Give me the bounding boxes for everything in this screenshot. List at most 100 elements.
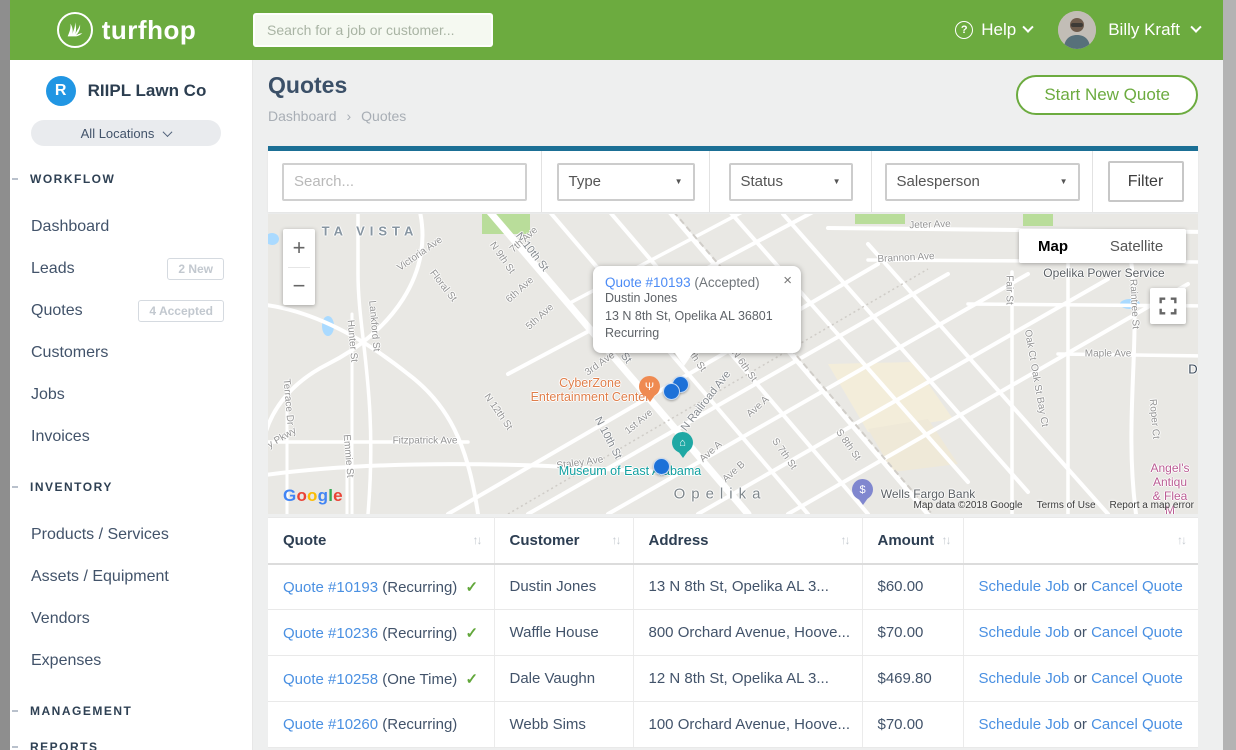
infowindow-status: (Accepted) (694, 275, 759, 290)
sidebar-section-header: WORKFLOW (0, 172, 252, 186)
map-type-control: Map Satellite (1019, 229, 1186, 263)
museum-poi-marker[interactable]: ⌂ (672, 432, 693, 453)
infowindow-close-icon[interactable]: × (783, 273, 792, 288)
bank-poi-marker[interactable]: $ (852, 479, 873, 500)
actions-cell: Schedule Job or Cancel Quote (963, 656, 1198, 702)
map-zoom-control: + − (283, 229, 315, 305)
satellite-view-button[interactable]: Satellite (1087, 229, 1186, 263)
sidebar-item-label: Customers (31, 344, 108, 362)
sidebar-item-leads[interactable]: Leads2 New (0, 248, 252, 290)
salesperson-select[interactable]: Salesperson ▼ (885, 163, 1080, 201)
status-select-value: Status (741, 173, 784, 190)
map-label: 6th Ave (504, 275, 536, 305)
column-header-quote[interactable]: Quote ↑↓ (268, 518, 494, 564)
customer-cell: Waffle House (494, 610, 633, 656)
google-logo-letter: o (296, 486, 307, 505)
sidebar: R RIIPL Lawn Co All Locations WORKFLOWDa… (0, 60, 253, 750)
customer-cell: Dustin Jones (494, 564, 633, 610)
schedule-job-link[interactable]: Schedule Job (979, 624, 1070, 641)
map-label: 3rd Ave (583, 350, 617, 378)
map-label: Brannon Ave (877, 251, 935, 265)
schedule-job-link[interactable]: Schedule Job (979, 716, 1070, 733)
quote-marker[interactable] (663, 383, 680, 400)
quote-link[interactable]: Quote #10258 (283, 671, 378, 688)
address-cell: 12 N 8th St, Opelika AL 3... (633, 656, 862, 702)
map-label: S 8th St (833, 427, 862, 462)
sort-icon: ↑↓ (612, 533, 620, 547)
brand-logo[interactable]: turfhop (0, 12, 253, 48)
quotes-search-input[interactable] (282, 163, 527, 201)
sidebar-item-badge: 2 New (167, 258, 224, 280)
terms-of-use-link[interactable]: Terms of Use (1037, 500, 1096, 511)
sidebar-item-expenses[interactable]: Expenses (0, 640, 252, 682)
report-map-error-link[interactable]: Report a map error (1110, 500, 1194, 511)
address-cell: 100 Orchard Avenue, Hoove... (633, 702, 862, 748)
breadcrumb-dashboard[interactable]: Dashboard (268, 108, 337, 124)
sidebar-item-products-services[interactable]: Products / Services (0, 514, 252, 556)
column-label: Customer (510, 532, 580, 549)
map-label: Opelika Power Service (1043, 266, 1164, 280)
quote-link[interactable]: Quote #10260 (283, 716, 378, 733)
fullscreen-button[interactable] (1150, 288, 1186, 324)
sidebar-section-label: REPORTS (30, 740, 99, 750)
restaurant-icon: Ψ (645, 381, 654, 393)
actions-cell: Schedule Job or Cancel Quote (963, 564, 1198, 610)
window-edge-right (1223, 0, 1236, 750)
map-label: Victoria Ave (395, 234, 444, 273)
cancel-quote-link[interactable]: Cancel Quote (1091, 716, 1183, 733)
help-icon: ? (955, 21, 973, 39)
column-header-actions[interactable]: ↑↓ (963, 518, 1198, 564)
breadcrumb-quotes[interactable]: Quotes (361, 108, 406, 124)
sidebar-item-jobs[interactable]: Jobs (0, 374, 252, 416)
schedule-job-link[interactable]: Schedule Job (979, 578, 1070, 595)
dropdown-arrow-icon: ▼ (1060, 177, 1068, 186)
cancel-quote-link[interactable]: Cancel Quote (1091, 578, 1183, 595)
restaurant-poi-marker[interactable]: Ψ (639, 376, 660, 397)
column-header-address[interactable]: Address↑↓ (633, 518, 862, 564)
map-label: Fitzpatrick Ave (393, 436, 458, 447)
user-menu[interactable]: Billy Kraft (1058, 11, 1200, 49)
column-label: Quote (283, 532, 326, 549)
zoom-out-button[interactable]: − (283, 268, 315, 306)
quote-marker[interactable] (653, 458, 670, 475)
sidebar-item-customers[interactable]: Customers (0, 332, 252, 374)
cancel-quote-link[interactable]: Cancel Quote (1091, 624, 1183, 641)
column-header-customer[interactable]: Customer ↑↓ (494, 518, 633, 564)
quotes-map[interactable]: TA VISTAJeter AveBrannon AveOpelika Powe… (268, 214, 1198, 514)
sidebar-item-vendors[interactable]: Vendors (0, 598, 252, 640)
filter-button[interactable]: Filter (1108, 161, 1184, 202)
status-select[interactable]: Status ▼ (729, 163, 853, 201)
map-label: Ave A (698, 439, 725, 465)
help-menu[interactable]: ? Help (955, 20, 1032, 40)
address-cell: 13 N 8th St, Opelika AL 3... (633, 564, 862, 610)
quote-link[interactable]: Quote #10193 (283, 579, 378, 596)
quote-link[interactable]: Quote #10236 (283, 625, 378, 642)
grass-logo-icon (57, 12, 93, 48)
location-selector[interactable]: All Locations (31, 120, 221, 146)
map-label: Museum of East Alabama (559, 464, 701, 478)
zoom-in-button[interactable]: + (283, 229, 315, 267)
column-header-amount[interactable]: Amount↑↓ (862, 518, 963, 564)
map-attribution: Map data ©2018 Google Terms of Use Repor… (913, 500, 1194, 511)
chevron-down-icon (1190, 22, 1201, 33)
type-select[interactable]: Type ▼ (557, 163, 695, 201)
sort-icon: ↑↓ (473, 533, 481, 547)
amount-cell: $60.00 (862, 564, 963, 610)
sidebar-item-dashboard[interactable]: Dashboard (0, 206, 252, 248)
amount-cell: $70.00 (862, 610, 963, 656)
sidebar-item-quotes[interactable]: Quotes4 Accepted (0, 290, 252, 332)
sidebar-item-invoices[interactable]: Invoices (0, 416, 252, 458)
global-search-input[interactable] (253, 13, 493, 47)
cancel-quote-link[interactable]: Cancel Quote (1091, 670, 1183, 687)
sidebar-item-label: Invoices (31, 428, 90, 446)
map-label: Oak Ct (1022, 329, 1038, 362)
infowindow-quote-link[interactable]: Quote #10193 (605, 275, 691, 290)
infowindow-address: 13 N 8th St, Opelika AL 36801 (605, 308, 789, 326)
sidebar-item-assets-equipment[interactable]: Assets / Equipment (0, 556, 252, 598)
map-label: 5th Ave (524, 302, 556, 332)
company-name: RIIPL Lawn Co (88, 81, 207, 101)
map-view-button[interactable]: Map (1019, 229, 1087, 263)
google-logo[interactable]: Google (283, 486, 343, 506)
start-new-quote-button[interactable]: Start New Quote (1016, 75, 1198, 115)
schedule-job-link[interactable]: Schedule Job (979, 670, 1070, 687)
